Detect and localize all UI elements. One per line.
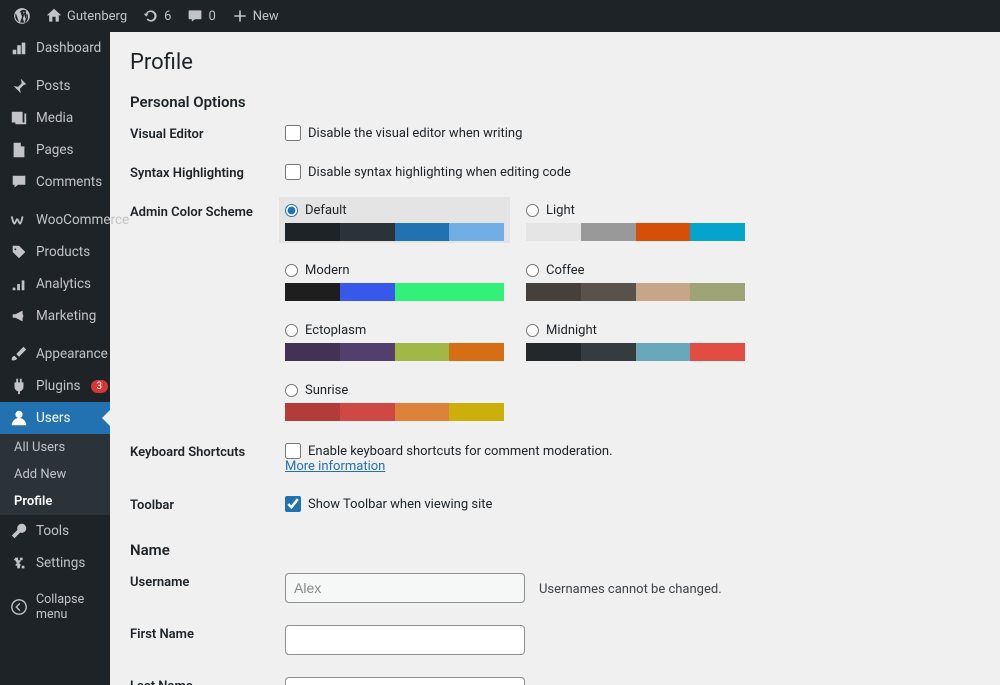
label-visual-editor: Visual Editor xyxy=(130,125,285,142)
color-scheme-default[interactable]: Default xyxy=(279,197,510,243)
collapse-icon xyxy=(10,598,28,616)
comments-link[interactable]: 0 xyxy=(179,0,223,32)
color-scheme-midnight[interactable]: Midnight xyxy=(526,323,745,361)
updates-link[interactable]: 6 xyxy=(135,0,179,32)
sidebar-item-woocommerce[interactable]: WooCommerce xyxy=(0,204,110,236)
shortcuts-checkbox[interactable]: Enable keyboard shortcuts for comment mo… xyxy=(285,443,980,459)
brush-icon xyxy=(10,345,28,363)
first-name-input[interactable] xyxy=(285,625,525,655)
section-name: Name xyxy=(130,541,980,559)
color-scheme-light[interactable]: Light xyxy=(526,203,745,241)
last-name-input[interactable] xyxy=(285,677,525,685)
plus-icon xyxy=(232,8,248,24)
wp-logo[interactable] xyxy=(6,0,38,32)
color-scheme-coffee[interactable]: Coffee xyxy=(526,263,745,301)
label-syntax: Syntax Highlighting xyxy=(130,164,285,181)
admin-bar: Gutenberg 6 0 New xyxy=(0,0,1000,32)
comments-icon xyxy=(10,173,28,191)
users-icon xyxy=(10,409,28,427)
color-scheme-grid: DefaultLightModernCoffeeEctoplasmMidnigh… xyxy=(285,203,980,421)
woo-icon xyxy=(10,211,28,229)
settings-icon xyxy=(10,554,28,572)
megaphone-icon xyxy=(10,307,28,325)
label-last-name: Last Name xyxy=(130,677,285,685)
updates-count: 6 xyxy=(164,9,171,24)
new-label: New xyxy=(253,9,279,24)
sidebar-item-analytics[interactable]: Analytics xyxy=(0,268,110,300)
media-icon xyxy=(10,109,28,127)
collapse-menu[interactable]: Collapse menu xyxy=(0,585,110,629)
sidebar-item-media[interactable]: Media xyxy=(0,102,110,134)
sidebar-item-tools[interactable]: Tools xyxy=(0,515,110,547)
sidebar-item-dashboard[interactable]: Dashboard xyxy=(0,32,110,64)
sidebar-item-marketing[interactable]: Marketing xyxy=(0,300,110,332)
label-color-scheme: Admin Color Scheme xyxy=(130,203,285,220)
sidebar-item-plugins[interactable]: Plugins3 xyxy=(0,370,110,402)
page-title: Profile xyxy=(130,50,980,75)
sub-item-all-users[interactable]: All Users xyxy=(0,434,110,461)
comment-icon xyxy=(187,8,203,24)
visual-editor-checkbox[interactable]: Disable the visual editor when writing xyxy=(285,125,980,141)
dashboard-icon xyxy=(10,39,28,57)
update-icon xyxy=(143,8,159,24)
label-shortcuts: Keyboard Shortcuts xyxy=(130,443,285,460)
users-submenu: All Users Add New Profile xyxy=(0,434,110,515)
sidebar-item-products[interactable]: Products xyxy=(0,236,110,268)
toolbar-checkbox[interactable]: Show Toolbar when viewing site xyxy=(285,496,980,512)
sidebar-item-appearance[interactable]: Appearance xyxy=(0,338,110,370)
pin-icon xyxy=(10,77,28,95)
sub-item-add-new[interactable]: Add New xyxy=(0,461,110,488)
sidebar-item-posts[interactable]: Posts xyxy=(0,70,110,102)
tools-icon xyxy=(10,522,28,540)
color-scheme-modern[interactable]: Modern xyxy=(285,263,504,301)
label-first-name: First Name xyxy=(130,625,285,642)
label-toolbar: Toolbar xyxy=(130,496,285,513)
site-name: Gutenberg xyxy=(67,9,127,24)
plugin-icon xyxy=(10,377,28,395)
syntax-checkbox[interactable]: Disable syntax highlighting when editing… xyxy=(285,164,980,180)
sidebar-item-comments[interactable]: Comments xyxy=(0,166,110,198)
shortcuts-more-link[interactable]: More information xyxy=(285,459,385,474)
main-content: Profile Personal Options Visual Editor D… xyxy=(110,32,1000,685)
sidebar-item-users[interactable]: Users xyxy=(0,402,110,434)
color-scheme-sunrise[interactable]: Sunrise xyxy=(285,383,504,421)
sidebar-item-pages[interactable]: Pages xyxy=(0,134,110,166)
plugins-badge: 3 xyxy=(91,380,109,393)
wordpress-icon xyxy=(14,8,30,24)
username-help: Usernames cannot be changed. xyxy=(539,582,722,597)
site-name-link[interactable]: Gutenberg xyxy=(38,0,135,32)
sub-item-profile[interactable]: Profile xyxy=(0,488,110,515)
color-scheme-ectoplasm[interactable]: Ectoplasm xyxy=(285,323,504,361)
section-personal-options: Personal Options xyxy=(130,93,980,111)
new-link[interactable]: New xyxy=(224,0,287,32)
label-username: Username xyxy=(130,573,285,590)
comments-count: 0 xyxy=(208,9,215,24)
products-icon xyxy=(10,243,28,261)
home-icon xyxy=(46,8,62,24)
username-input xyxy=(285,573,525,603)
admin-sidebar: Dashboard Posts Media Pages Comments Woo… xyxy=(0,32,110,685)
analytics-icon xyxy=(10,275,28,293)
page-icon xyxy=(10,141,28,159)
sidebar-item-settings[interactable]: Settings xyxy=(0,547,110,579)
